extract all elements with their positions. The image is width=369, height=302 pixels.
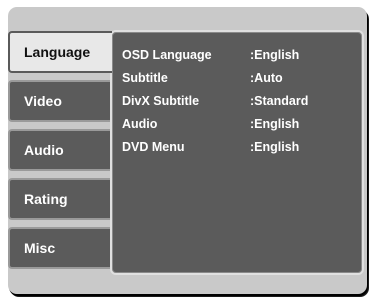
setting-label: DVD Menu	[122, 140, 185, 154]
tab-language[interactable]: Language	[8, 31, 112, 73]
tab-label: Audio	[24, 142, 64, 158]
tab-label: Rating	[24, 191, 68, 207]
setting-audio[interactable]: Audio :English	[122, 115, 362, 133]
tab-rating[interactable]: Rating	[8, 178, 120, 220]
setting-label: Subtitle	[122, 71, 168, 85]
tab-audio[interactable]: Audio	[8, 129, 120, 171]
tab-video[interactable]: Video	[8, 80, 120, 122]
setting-value: :Standard	[250, 94, 309, 108]
setting-label: DivX Subtitle	[122, 94, 200, 108]
setting-subtitle[interactable]: Subtitle :Auto	[122, 69, 362, 87]
setting-label: OSD Language	[122, 48, 212, 62]
setting-osd-language[interactable]: OSD Language :English	[122, 46, 362, 64]
setting-value: :English	[250, 140, 300, 154]
setting-value: :Auto	[250, 71, 283, 85]
setting-value: :English	[250, 117, 300, 131]
tab-label: Video	[24, 93, 62, 109]
setting-value: :English	[250, 48, 300, 62]
tab-label: Language	[24, 44, 91, 60]
setting-divx-subtitle[interactable]: DivX Subtitle :Standard	[122, 92, 362, 110]
tab-misc[interactable]: Misc	[8, 227, 120, 269]
setting-dvd-menu[interactable]: DVD Menu :English	[122, 138, 362, 156]
settings-panel: OSD Language :English Subtitle :Auto Div…	[110, 30, 364, 275]
setting-label: Audio	[122, 117, 158, 131]
tab-label: Misc	[24, 240, 56, 256]
